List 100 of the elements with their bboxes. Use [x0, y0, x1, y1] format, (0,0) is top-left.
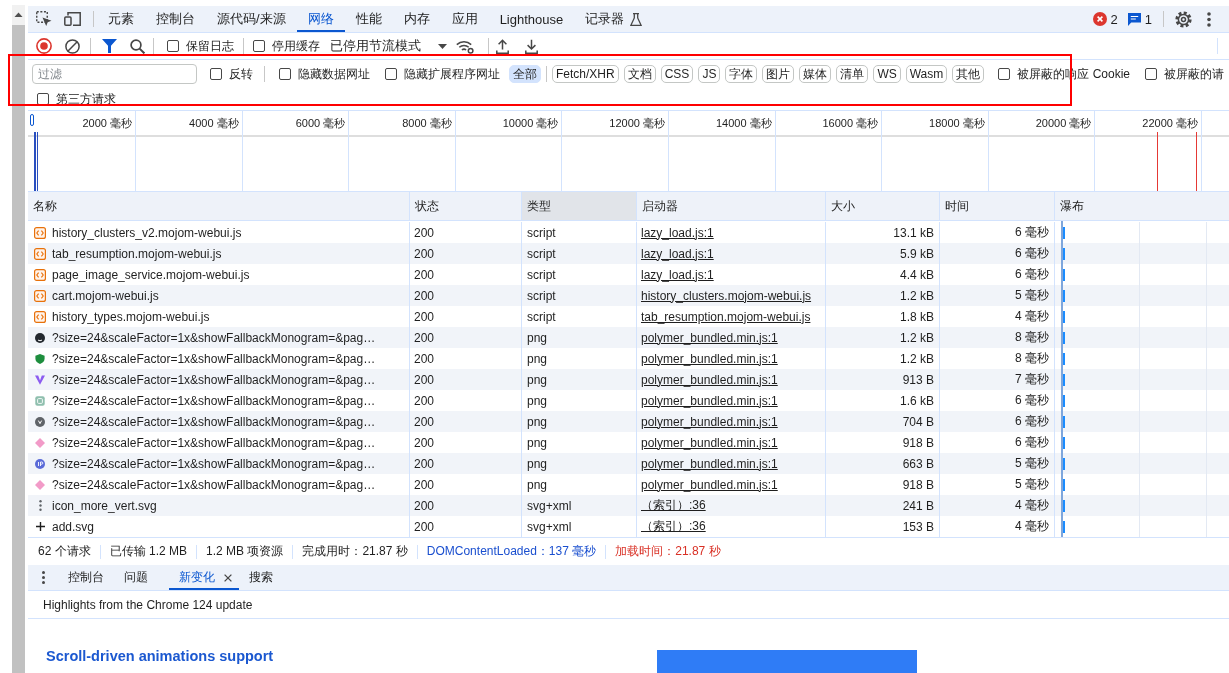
- panel-tab[interactable]: 网络: [296, 6, 345, 32]
- status-code: 200: [414, 288, 435, 303]
- device-icon[interactable]: [63, 12, 81, 26]
- table-row[interactable]: ?size=24&scaleFactor=1x&showFallbackMonogram=&pag… 200 png polymer_bundled.min.js:1 704 B 6 毫秒: [28, 411, 1229, 432]
- initiator-link[interactable]: （索引）:36: [641, 497, 706, 514]
- filter-chip[interactable]: JS: [698, 65, 721, 83]
- checkbox[interactable]: [253, 40, 265, 52]
- initiator-link[interactable]: lazy_load.js:1: [641, 267, 714, 282]
- checkbox-label[interactable]: 隐藏扩展程序网址: [404, 65, 500, 83]
- table-row[interactable]: ?size=24&scaleFactor=1x&showFallbackMonogram=&pag… 200 png polymer_bundled.min.js:1 913 B 7 毫秒: [28, 369, 1229, 390]
- download-icon[interactable]: [524, 38, 538, 54]
- panel-tab[interactable]: 性能: [344, 6, 393, 32]
- column-header[interactable]: 时间: [940, 192, 1055, 220]
- initiator-link[interactable]: polymer_bundled.min.js:1: [641, 456, 778, 471]
- article-heading: Scroll-driven animations support: [46, 648, 275, 664]
- panel-tab[interactable]: 控制台: [145, 6, 206, 32]
- time-tick-label: 18000 毫秒: [929, 115, 985, 131]
- drawer-tab[interactable]: 新变化: [169, 565, 239, 590]
- scrollbar-thumb[interactable]: [12, 25, 25, 673]
- table-row[interactable]: tab_resumption.mojom-webui.js 200 script lazy_load.js:1 5.9 kB 6 毫秒: [28, 243, 1229, 264]
- more-menu-icon[interactable]: [1207, 11, 1211, 27]
- clear-icon[interactable]: [64, 38, 80, 54]
- column-header[interactable]: 类型: [522, 192, 637, 220]
- initiator-link[interactable]: tab_resumption.mojom-webui.js: [641, 309, 811, 324]
- filter-chip[interactable]: 图片: [762, 65, 795, 83]
- more-menu-icon[interactable]: [41, 571, 45, 584]
- table-row[interactable]: add.svg 200 svg+xml （索引）:36 153 B 4 毫秒: [28, 516, 1229, 537]
- column-header[interactable]: 启动器: [637, 192, 826, 220]
- throttling-dropdown[interactable]: 已停用节流模式: [330, 37, 447, 55]
- settings-icon[interactable]: [1174, 10, 1192, 28]
- filter-chip[interactable]: 文档: [623, 65, 656, 83]
- table-row[interactable]: ?size=24&scaleFactor=1x&showFallbackMonogram=&pag… 200 png polymer_bundled.min.js:1 663 B 5 毫秒: [28, 453, 1229, 474]
- checkbox[interactable]: [37, 93, 49, 105]
- initiator-link[interactable]: polymer_bundled.min.js:1: [641, 330, 778, 345]
- panel-tab[interactable]: 源代码/来源: [206, 6, 297, 32]
- filter-chip[interactable]: 清单: [836, 65, 869, 83]
- initiator-link[interactable]: polymer_bundled.min.js:1: [641, 414, 778, 429]
- filter-chip[interactable]: CSS: [660, 65, 694, 83]
- initiator-link[interactable]: lazy_load.js:1: [641, 246, 714, 261]
- table-row[interactable]: icon_more_vert.svg 200 svg+xml （索引）:36 241 B 4 毫秒: [28, 495, 1229, 516]
- search-icon[interactable]: [129, 38, 145, 54]
- filter-chip[interactable]: 媒体: [799, 65, 832, 83]
- upload-icon[interactable]: [495, 38, 509, 54]
- resource-type: png: [527, 393, 548, 408]
- script-file-icon: [34, 289, 46, 302]
- file-name: add.svg: [52, 519, 95, 534]
- close-icon[interactable]: [224, 573, 232, 582]
- range-handle[interactable]: [30, 114, 34, 126]
- checkbox-label[interactable]: 第三方请求: [56, 90, 116, 108]
- checkbox[interactable]: [1145, 68, 1157, 80]
- load-time: 5 毫秒: [1015, 455, 1049, 472]
- checkbox[interactable]: [210, 68, 222, 80]
- checkbox[interactable]: [279, 68, 291, 80]
- file-name: tab_resumption.mojom-webui.js: [52, 246, 222, 261]
- checkbox-label[interactable]: 保留日志: [186, 37, 234, 55]
- initiator-link[interactable]: polymer_bundled.min.js:1: [641, 351, 778, 366]
- status-code: 200: [414, 351, 435, 366]
- checkbox-label[interactable]: 反转: [229, 65, 253, 83]
- checkbox[interactable]: [998, 68, 1011, 80]
- panel-tab[interactable]: Lighthouse: [488, 6, 575, 32]
- initiator-link[interactable]: polymer_bundled.min.js:1: [641, 477, 778, 492]
- drawer-tab[interactable]: 控制台: [58, 565, 114, 590]
- checkbox[interactable]: [385, 68, 397, 80]
- status-text: 已传输 1.2 MB: [108, 543, 189, 560]
- initiator-link[interactable]: lazy_load.js:1: [641, 225, 714, 240]
- panel-tab[interactable]: 记录器: [574, 6, 654, 32]
- filter-chip[interactable]: 全部: [509, 65, 541, 83]
- checkbox-label[interactable]: 停用缓存: [272, 37, 320, 55]
- filter-icon[interactable]: [101, 39, 117, 53]
- column-header[interactable]: 瀑布: [1055, 192, 1229, 220]
- panel-tab[interactable]: 元素: [97, 6, 145, 32]
- column-header[interactable]: 大小: [826, 192, 940, 220]
- file-name: ?size=24&scaleFactor=1x&showFallbackMonogram=&pag…: [52, 351, 376, 366]
- checkbox[interactable]: [167, 40, 179, 52]
- wifi-gear-icon[interactable]: [456, 38, 474, 54]
- filter-chip[interactable]: 字体: [725, 65, 758, 83]
- initiator-link[interactable]: polymer_bundled.min.js:1: [641, 435, 778, 450]
- inspect-icon[interactable]: [36, 11, 52, 27]
- initiator-link[interactable]: polymer_bundled.min.js:1: [641, 393, 778, 408]
- initiator-link[interactable]: polymer_bundled.min.js:1: [641, 372, 778, 387]
- filter-chip[interactable]: Wasm: [905, 65, 948, 83]
- filter-chip[interactable]: 其他: [952, 65, 985, 83]
- record-icon[interactable]: [36, 38, 52, 54]
- checkbox-label[interactable]: 隐藏数据网址: [298, 65, 370, 83]
- message-counter-button[interactable]: 1: [1125, 6, 1154, 32]
- filter-input[interactable]: 过滤: [32, 64, 197, 84]
- filter-chip[interactable]: Fetch/XHR: [552, 65, 619, 83]
- column-header[interactable]: 名称: [28, 192, 410, 220]
- table-row[interactable]: cart.mojom-webui.js 200 script history_clusters.mojom-webui.js 1.2 kB 5 毫秒: [28, 285, 1229, 306]
- status-code: 200: [414, 225, 435, 240]
- drawer-tab[interactable]: 问题: [114, 565, 158, 590]
- initiator-link[interactable]: history_clusters.mojom-webui.js: [641, 288, 812, 303]
- table-row[interactable]: ?size=24&scaleFactor=1x&showFallbackMonogram=&pag… 200 png polymer_bundled.min.js:1 1.2 kB 8 毫秒: [28, 327, 1229, 348]
- error-counter-button[interactable]: 2: [1090, 6, 1120, 32]
- panel-tab[interactable]: 应用: [440, 6, 489, 32]
- checkbox-label[interactable]: 被屏蔽的请: [1164, 65, 1224, 83]
- drawer-tab[interactable]: 搜索: [239, 565, 283, 590]
- filter-chip[interactable]: WS: [873, 65, 901, 83]
- panel-tab[interactable]: 内存: [392, 6, 441, 32]
- initiator-link[interactable]: （索引）:36: [641, 518, 706, 535]
